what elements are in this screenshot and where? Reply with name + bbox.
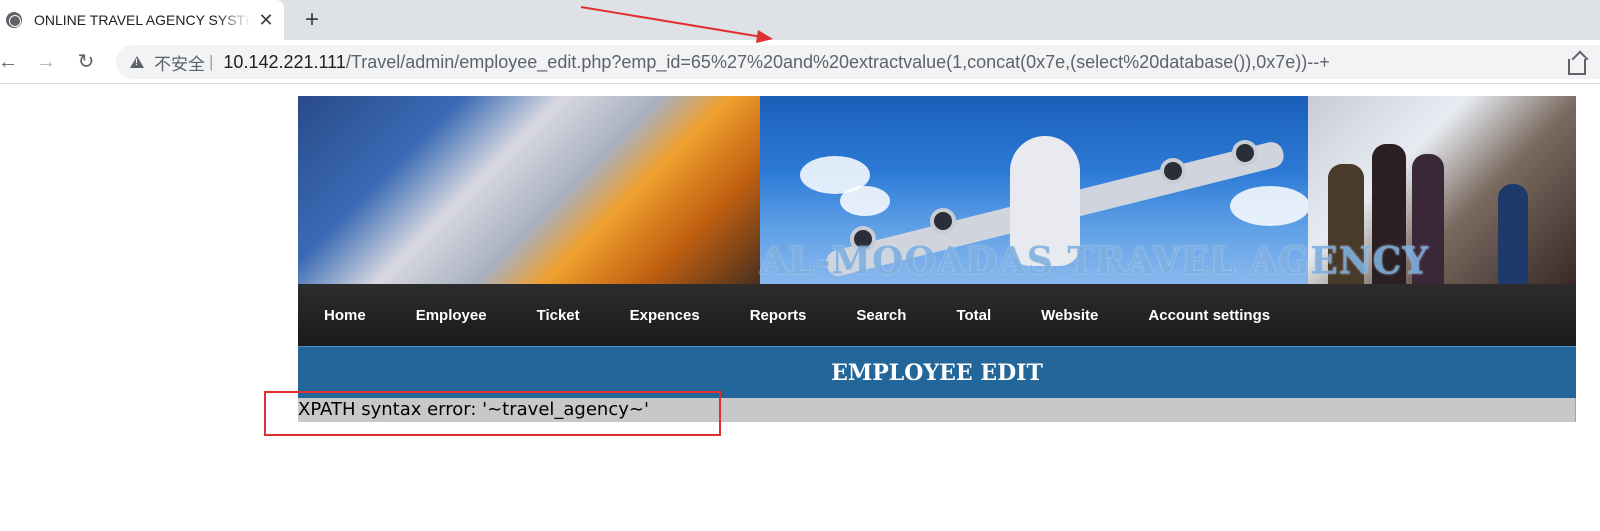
share-icon[interactable] [1568,59,1586,75]
nav-reports[interactable]: Reports [750,307,807,324]
nav-website[interactable]: Website [1041,307,1098,324]
banner-airplane-city-image [298,96,774,284]
tab-title: ONLINE TRAVEL AGENCY SYSTEM [34,12,250,28]
nav-account-settings[interactable]: Account settings [1148,307,1270,324]
url-separator: | [209,52,214,71]
forward-arrow-icon[interactable]: → [34,50,58,74]
new-tab-button[interactable]: + [298,6,326,34]
url-path: /Travel/admin/employee_edit.php?emp_id=6… [345,51,1330,72]
site-banner: AL-MOOADAS TRAVEL AGENCY [298,96,1576,284]
nav-home[interactable]: Home [324,307,366,324]
warning-icon[interactable] [130,56,144,68]
page-title: EMPLOYEE EDIT [831,359,1043,386]
nav-search[interactable]: Search [856,307,906,324]
reload-icon[interactable]: ↻ [74,50,98,74]
browser-toolbar: ← → ↻ 不安全 | 10.142.221.111/Travel/admin/… [0,40,1600,84]
nav-ticket[interactable]: Ticket [537,307,580,324]
browser-tab[interactable]: ONLINE TRAVEL AGENCY SYSTEM ✕ [0,0,284,40]
security-label[interactable]: 不安全 [154,50,205,75]
url-host: 10.142.221.111 [223,51,346,72]
close-tab-icon[interactable]: ✕ [256,10,276,30]
back-arrow-icon[interactable]: ← [0,50,20,74]
banner-title: AL-MOOADAS TRAVEL AGENCY [760,238,1429,284]
nav-expences[interactable]: Expences [630,307,700,324]
nav-total[interactable]: Total [956,307,991,324]
main-nav: Home Employee Ticket Expences Reports Se… [298,284,1576,346]
annotation-highlight-box [264,391,721,436]
tab-strip: ONLINE TRAVEL AGENCY SYSTEM ✕ + [0,0,1600,40]
nav-employee[interactable]: Employee [416,307,487,324]
globe-icon [6,12,22,28]
address-bar[interactable]: 不安全 | 10.142.221.111/Travel/admin/employ… [116,45,1600,79]
